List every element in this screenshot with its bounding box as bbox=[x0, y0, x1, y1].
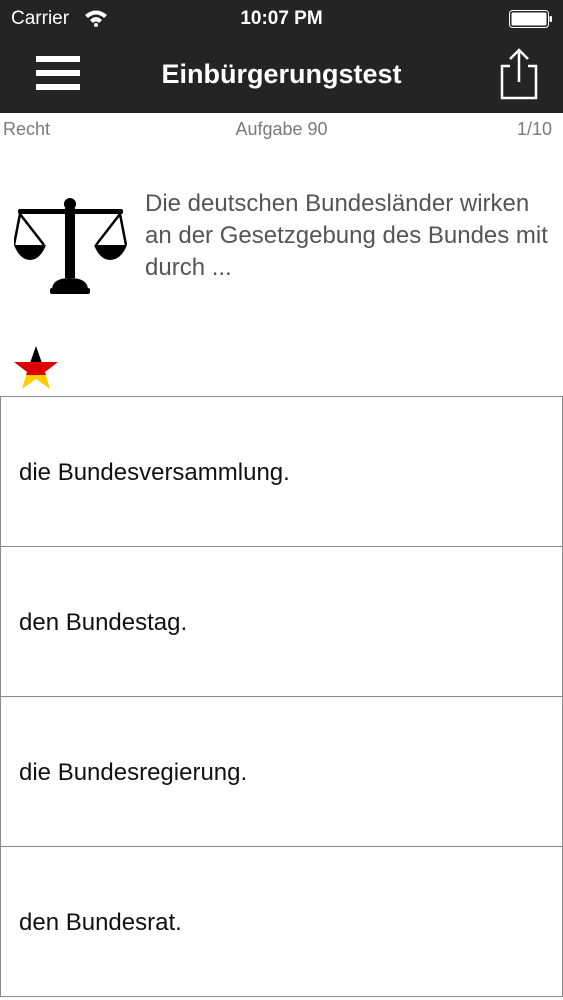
status-bar: Carrier 10:07 PM bbox=[0, 0, 563, 40]
star-flag-icon[interactable] bbox=[12, 345, 60, 391]
question-panel: Die deutschen Bundesländer wirken an der… bbox=[0, 180, 563, 320]
answer-option-2[interactable]: den Bundestag. bbox=[0, 546, 563, 697]
clock: 10:07 PM bbox=[240, 8, 323, 29]
battery-icon bbox=[509, 10, 552, 28]
answer-text: die Bundesversammlung. bbox=[19, 459, 290, 486]
answer-option-4[interactable]: den Bundesrat. bbox=[0, 846, 563, 997]
question-info-row: Recht Aufgabe 90 1/10 bbox=[0, 113, 563, 149]
answer-option-3[interactable]: die Bundesregierung. bbox=[0, 696, 563, 847]
page-title: Einbürgerungstest bbox=[161, 59, 402, 89]
law-scales-icon bbox=[14, 198, 127, 294]
answer-list: die Bundesversammlung. den Bundestag. di… bbox=[0, 396, 563, 997]
answer-text: den Bundestag. bbox=[19, 609, 188, 636]
answer-option-1[interactable]: die Bundesversammlung. bbox=[0, 396, 563, 547]
answer-text: die Bundesregierung. bbox=[19, 759, 248, 786]
question-text: Die deutschen Bundesländer wirken an der… bbox=[145, 190, 548, 281]
task-number: Aufgabe 90 bbox=[235, 119, 328, 139]
navigation-bar: Einbürgerungstest bbox=[0, 40, 563, 113]
app-header: Carrier 10:07 PM Einbürgerungstest bbox=[0, 0, 563, 113]
answer-text: den Bundesrat. bbox=[19, 909, 182, 936]
progress-counter: 1/10 bbox=[516, 119, 552, 139]
share-icon bbox=[500, 48, 538, 100]
share-button[interactable] bbox=[494, 44, 544, 102]
